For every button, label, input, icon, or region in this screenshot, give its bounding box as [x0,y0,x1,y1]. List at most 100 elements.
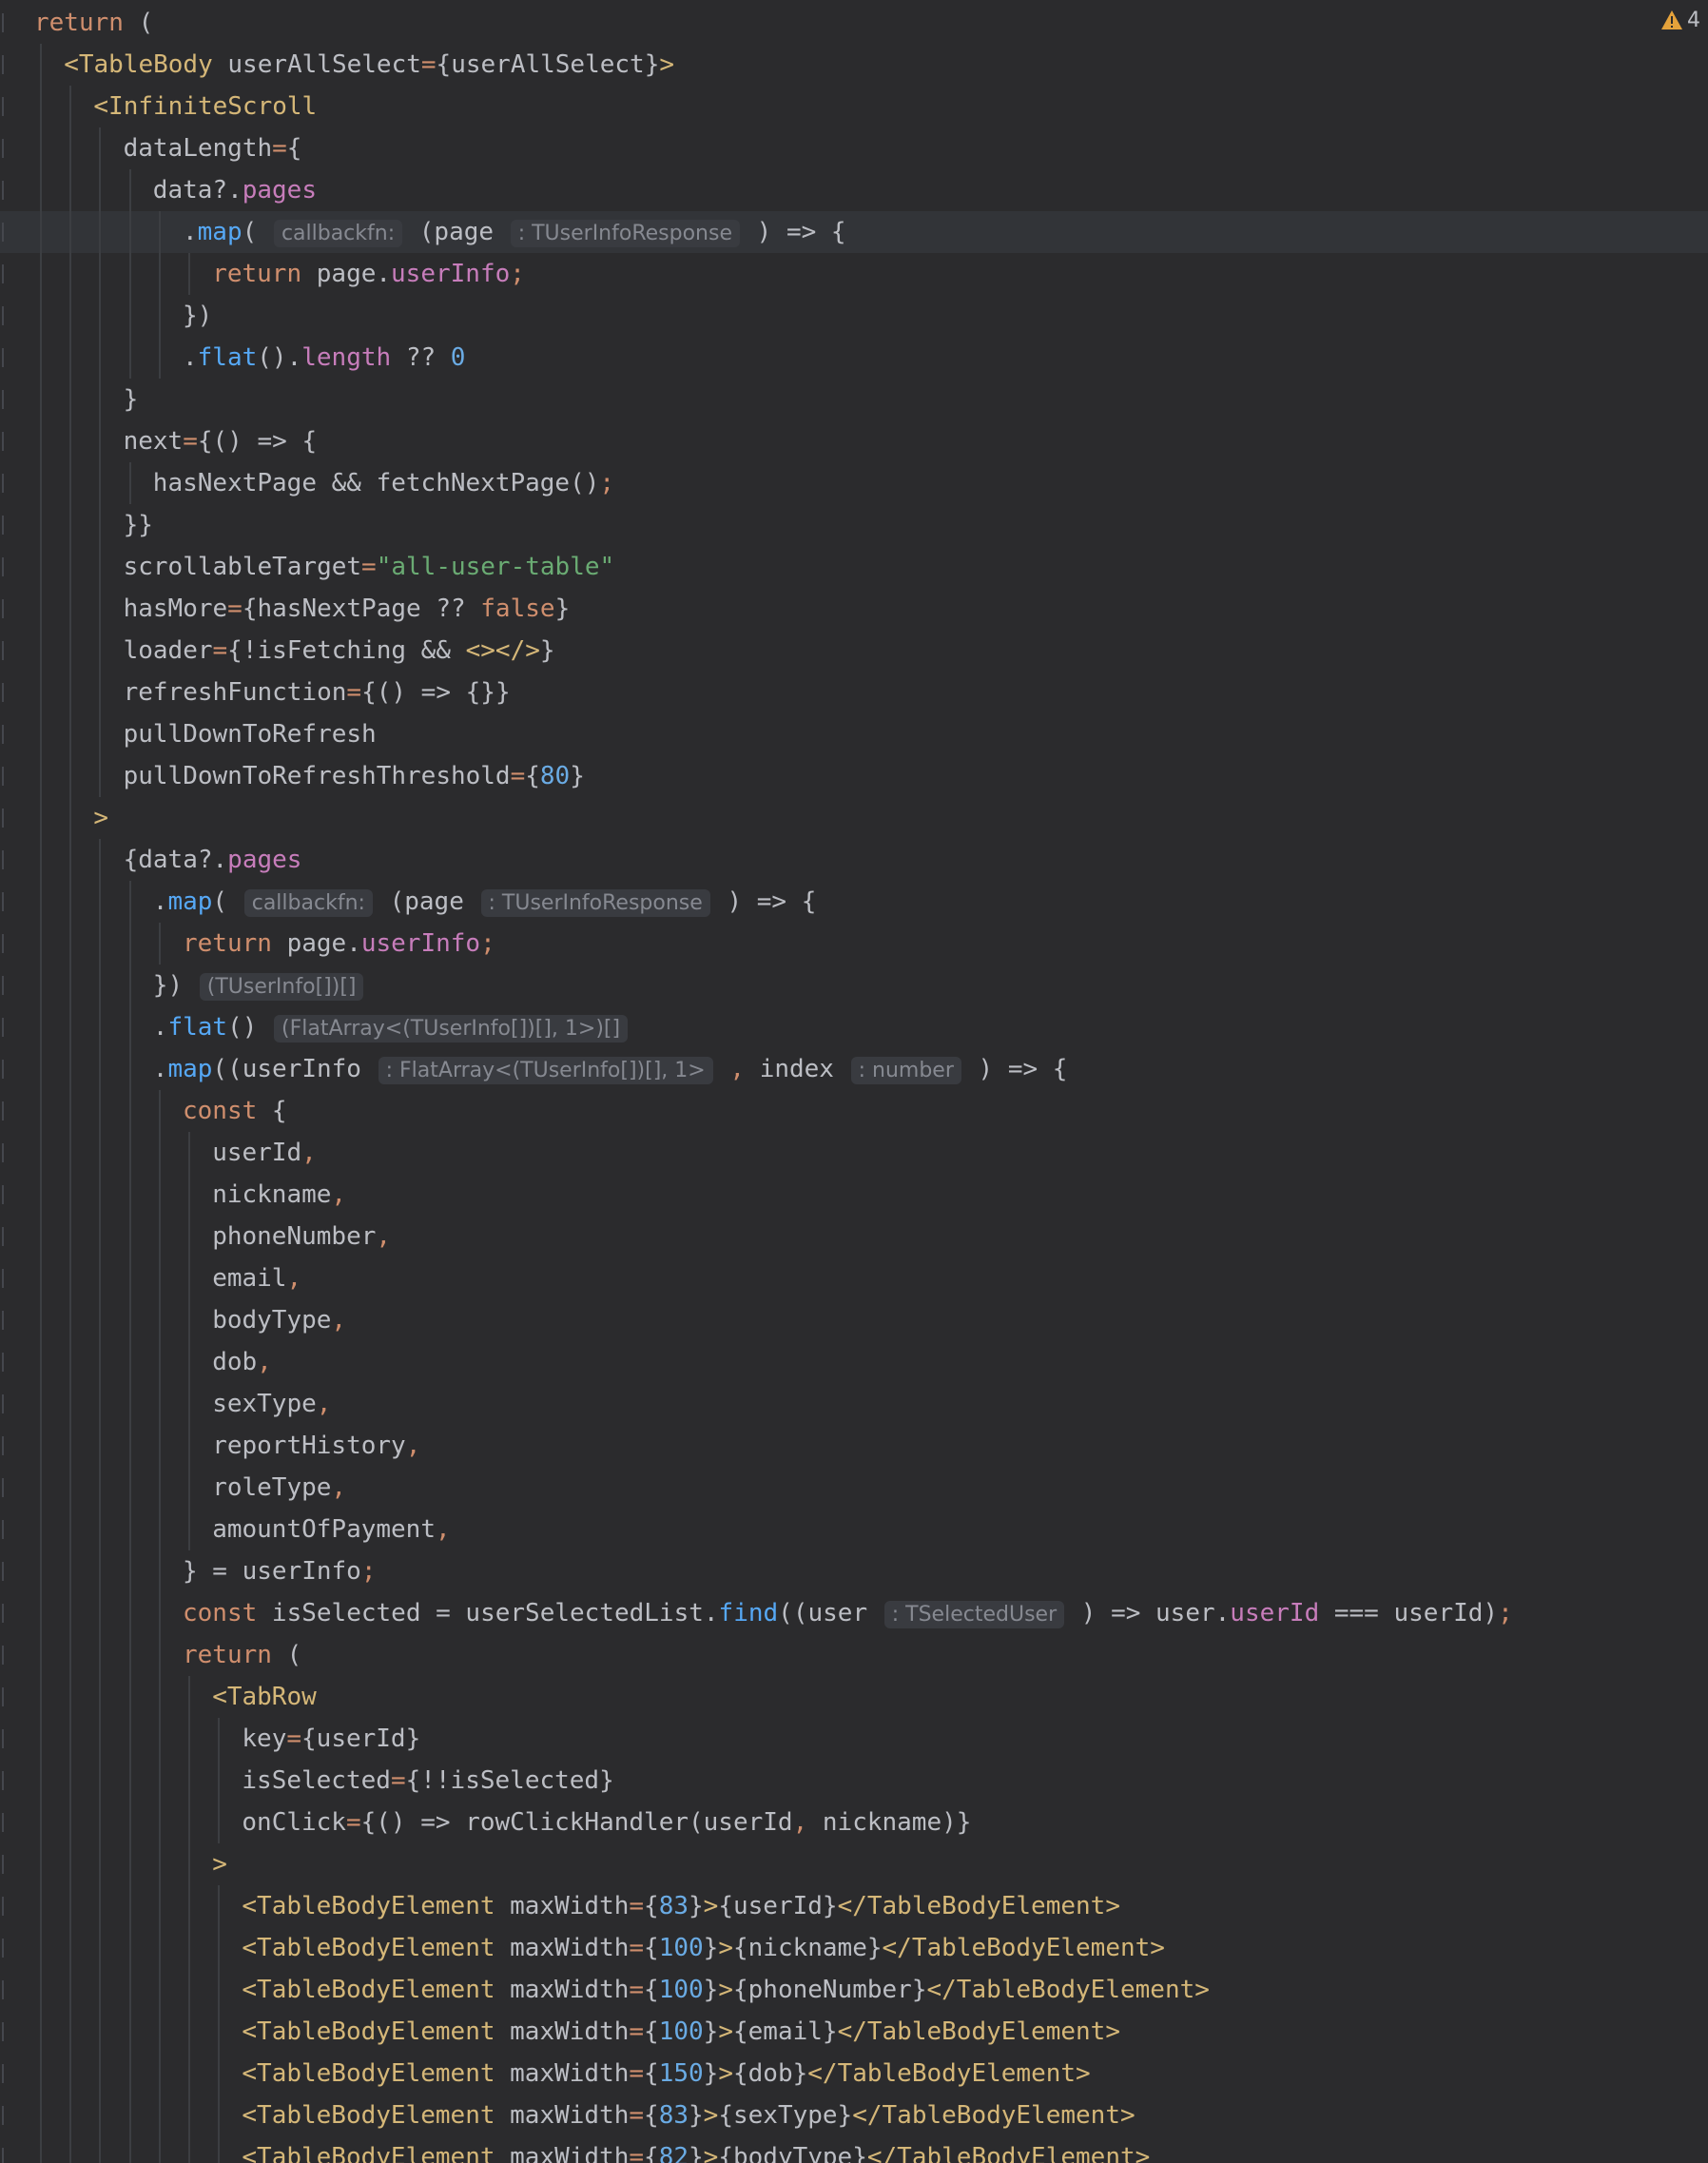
code-token: } [689,2101,704,2130]
code-line[interactable]: <TableBodyElement maxWidth={100}>{email}… [0,2011,1708,2053]
code-text: <TabRow [212,1676,317,1718]
indent-guide [158,1885,161,1927]
code-token: nickname)} [822,1808,972,1837]
code-line[interactable]: <InfiniteScroll [0,86,1708,127]
code-line[interactable]: .map( callbackfn: (page : TUserInfoRespo… [0,211,1708,253]
code-line[interactable]: .flat().length ?? 0 [0,337,1708,379]
gutter-change-marker [2,1813,4,1832]
code-line[interactable]: nickname, [0,1174,1708,1216]
code-text: return page.userInfo; [212,253,525,295]
gutter-change-marker [2,976,4,995]
code-token: } [554,594,571,623]
code-token: userId [1230,1599,1320,1627]
code-line[interactable]: data?.pages [0,169,1708,211]
code-line[interactable]: sexType, [0,1383,1708,1425]
code-line[interactable]: return page.userInfo; [0,923,1708,965]
indent-guide [40,2011,42,2053]
code-line[interactable]: <TableBodyElement maxWidth={100}>{phoneN… [0,1969,1708,2011]
code-token: = [629,2017,645,2046]
code-line[interactable]: } = userInfo; [0,1550,1708,1592]
code-line[interactable]: loader={!isFetching && <></>} [0,630,1708,672]
indent-guide [188,1216,190,1257]
code-text: > [212,1843,227,1885]
gutter-change-marker [2,725,4,744]
code-token: } [689,2143,704,2163]
indent-guide [158,2136,161,2163]
indent-guide [128,2053,131,2095]
code-line[interactable]: bodyType, [0,1299,1708,1341]
code-line[interactable]: }) [0,295,1708,337]
indent-guide [69,2095,72,2136]
code-line[interactable]: return ( [0,1634,1708,1676]
code-line[interactable]: const isSelected = userSelectedList.find… [0,1592,1708,1634]
code-line[interactable]: next={() => { [0,420,1708,462]
code-line[interactable]: userId, [0,1132,1708,1174]
code-line[interactable]: dataLength={ [0,127,1708,169]
indent-guide [158,1174,161,1216]
indent-guide [69,1132,72,1174]
code-text: <TableBodyElement maxWidth={83}>{userId}… [242,1885,1120,1927]
code-line[interactable]: }} [0,504,1708,546]
code-text: .map( callbackfn: (page : TUserInfoRespo… [153,881,816,925]
code-line[interactable]: roleType, [0,1467,1708,1509]
code-text: next={() => { [124,420,318,462]
code-line[interactable]: <TableBodyElement maxWidth={82}>{bodyTyp… [0,2136,1708,2163]
gutter-change-marker [2,1227,4,1246]
code-token: reportHistory [212,1432,406,1460]
indent-guide [128,881,131,923]
indent-guide [40,1969,42,2011]
code-line[interactable]: return page.userInfo; [0,253,1708,295]
code-line[interactable]: <TableBodyElement maxWidth={83}>{sexType… [0,2095,1708,2136]
code-token: const [183,1097,258,1125]
code-token: ) => user. [1066,1599,1231,1627]
indent-guide [128,337,131,379]
code-token: return [183,929,272,958]
code-line[interactable]: isSelected={!!isSelected} [0,1760,1708,1802]
code-line[interactable]: scrollableTarget="all-user-table" [0,546,1708,588]
code-line[interactable]: .map( callbackfn: (page : TUserInfoRespo… [0,881,1708,923]
code-line[interactable]: <TabRow [0,1676,1708,1718]
indent-guide [158,1216,161,1257]
code-line[interactable]: pullDownToRefreshThreshold={80} [0,755,1708,797]
code-line[interactable]: reportHistory, [0,1425,1708,1467]
code-line[interactable]: {data?.pages [0,839,1708,881]
indent-guide [40,1216,42,1257]
code-line[interactable]: refreshFunction={() => {}} [0,672,1708,713]
code-line[interactable]: } [0,379,1708,420]
code-token: ; [360,1557,377,1586]
indent-guide [40,379,42,420]
code-line[interactable]: .flat() (FlatArray<(TUserInfo[])[], 1>)[… [0,1006,1708,1048]
code-line[interactable]: hasNextPage && fetchNextPage(); [0,462,1708,504]
code-line[interactable]: <TableBodyElement maxWidth={100}>{nickna… [0,1927,1708,1969]
code-line[interactable]: return ( [0,2,1708,44]
indent-guide [158,1634,161,1676]
code-token: <TableBodyElement [242,2017,495,2046]
code-line[interactable]: <TableBodyElement maxWidth={83}>{userId}… [0,1885,1708,1927]
code-token: { [257,1097,287,1125]
code-line[interactable]: }) (TUserInfo[])[] [0,965,1708,1006]
code-text: email, [212,1257,301,1299]
code-line[interactable]: amountOfPayment, [0,1509,1708,1550]
code-line[interactable]: pullDownToRefresh [0,713,1708,755]
code-line[interactable]: onClick={() => rowClickHandler(userId, n… [0,1802,1708,1843]
code-line[interactable]: > [0,1843,1708,1885]
indent-guide [99,253,102,295]
code-line[interactable]: const { [0,1090,1708,1132]
code-token: } [539,636,555,665]
code-line[interactable]: phoneNumber, [0,1216,1708,1257]
code-token: key [242,1725,287,1753]
indent-guide [188,2136,190,2163]
code-line[interactable]: <TableBody userAllSelect={userAllSelect}… [0,44,1708,86]
code-line[interactable]: > [0,797,1708,839]
code-text: sexType, [212,1383,331,1425]
code-token: {() => rowClickHandler(userId [360,1808,793,1837]
code-line[interactable]: key={userId} [0,1718,1708,1760]
code-token: maxWidth [495,1976,630,2004]
code-line[interactable]: hasMore={hasNextPage ?? false} [0,588,1708,630]
code-line[interactable]: <TableBodyElement maxWidth={150}>{dob}</… [0,2053,1708,2095]
code-line[interactable]: dob, [0,1341,1708,1383]
code-line[interactable]: .map((userInfo : FlatArray<(TUserInfo[])… [0,1048,1708,1090]
code-line[interactable]: email, [0,1257,1708,1299]
code-editor[interactable]: 4 return (<TableBody userAllSelect={user… [0,0,1708,2163]
indent-guide [69,1969,72,2011]
